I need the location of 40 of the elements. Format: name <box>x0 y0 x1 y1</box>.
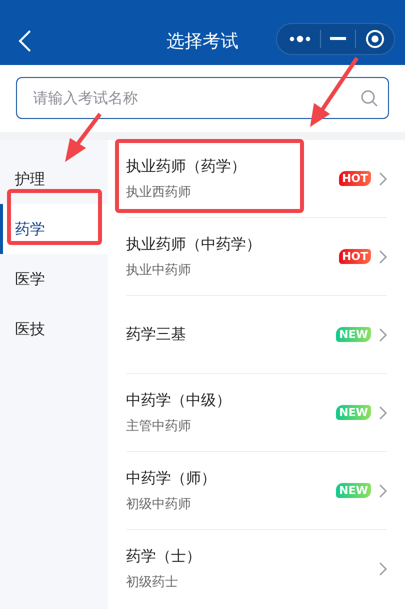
exam-badge: NEW <box>336 483 371 498</box>
exam-item[interactable]: 执业药师（中药学） 执业中药师 HOT <box>126 218 387 296</box>
chevron-icon <box>379 406 387 420</box>
more-icon[interactable] <box>289 35 311 43</box>
exam-title: 药学三基 <box>126 325 187 344</box>
exam-item[interactable]: 执业药师（药学） 执业西药师 HOT <box>126 140 387 218</box>
close-icon[interactable] <box>365 29 385 49</box>
exam-title: 药学（士） <box>126 547 202 566</box>
exam-subtitle: 执业中药师 <box>126 262 192 278</box>
exam-badge: NEW <box>336 327 371 342</box>
exam-badge: HOT <box>338 171 371 186</box>
minimize-icon[interactable] <box>330 37 346 41</box>
exam-item[interactable]: 中药学（师） 初级中药师 NEW <box>126 452 387 530</box>
exam-title: 执业药师（中药学） <box>126 234 262 254</box>
exam-title: 执业药师（药学） <box>126 156 247 176</box>
exam-badge: HOT <box>338 249 371 264</box>
chevron-icon <box>379 484 387 498</box>
page-title: 选择考试 <box>166 30 240 53</box>
exam-subtitle: 执业西药师 <box>126 184 192 200</box>
exam-title: 中药学（师） <box>126 468 217 488</box>
search-field[interactable]: 请输入考试名称 <box>16 77 389 119</box>
exam-subtitle: 主管中药师 <box>126 418 192 434</box>
annotation-arrow <box>310 56 359 127</box>
exam-title: 中药学（中级） <box>126 390 232 410</box>
exam-item[interactable]: 药学三基 NEW <box>126 296 387 374</box>
exam-item[interactable]: 药学（士） 初级药士 <box>126 530 387 608</box>
annotation-arrow <box>65 112 102 162</box>
back-icon[interactable] <box>18 30 32 52</box>
chevron-icon <box>379 172 387 186</box>
exam-badge: NEW <box>336 405 371 420</box>
chevron-icon <box>379 328 387 342</box>
exam-subtitle: 初级中药师 <box>126 496 192 512</box>
category-item[interactable]: 护理 <box>0 154 108 204</box>
chevron-icon <box>379 250 387 264</box>
search-icon[interactable] <box>360 89 378 107</box>
category-item[interactable]: 医学 <box>0 254 108 304</box>
exam-item[interactable]: 中药学（中级） 主管中药师 NEW <box>126 374 387 452</box>
exam-subtitle: 初级药士 <box>126 574 179 591</box>
chevron-icon <box>379 562 387 576</box>
category-item[interactable]: 医技 <box>0 304 108 354</box>
